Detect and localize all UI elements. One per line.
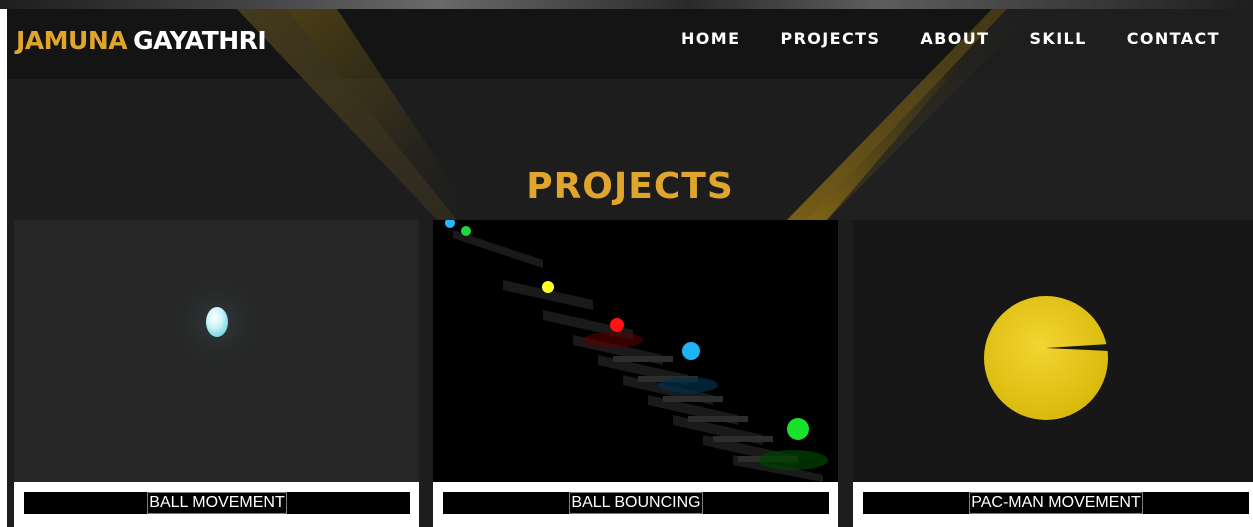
main-nav: HOME PROJECTS ABOUT SKILL CONTACT — [681, 29, 1253, 48]
nav-skill[interactable]: SKILL — [1029, 29, 1086, 48]
project-title[interactable]: BALL MOVEMENT — [147, 492, 287, 514]
nav-about[interactable]: ABOUT — [920, 29, 989, 48]
nav-home[interactable]: HOME — [681, 29, 740, 48]
brand-logo[interactable]: JAMUNA GAYATHRI — [16, 26, 267, 55]
top-strip — [0, 0, 1253, 9]
project-title[interactable]: BALL BOUNCING — [569, 492, 703, 514]
nav-contact[interactable]: CONTACT — [1127, 29, 1220, 48]
project-caption: BALL BOUNCING — [443, 492, 829, 514]
brand-first-name: JAMUNA — [16, 26, 128, 55]
project-card-pac-man-movement[interactable]: PAC-MAN MOVEMENT — [853, 220, 1253, 527]
section-title: PROJECTS — [526, 166, 734, 207]
project-title[interactable]: PAC-MAN MOVEMENT — [969, 492, 1143, 514]
project-card-ball-movement[interactable]: BALL MOVEMENT — [14, 220, 419, 527]
project-caption: BALL MOVEMENT — [24, 492, 410, 514]
project-thumbnail[interactable] — [14, 220, 419, 482]
project-caption: PAC-MAN MOVEMENT — [863, 492, 1249, 514]
brand-last-name: GAYATHRI — [133, 26, 267, 55]
project-thumbnail[interactable] — [853, 220, 1253, 482]
project-card-ball-bouncing[interactable]: BALL BOUNCING — [433, 220, 838, 527]
hero-header: JAMUNA GAYATHRI HOME PROJECTS ABOUT SKILL… — [7, 9, 1253, 527]
nav-projects[interactable]: PROJECTS — [780, 29, 880, 48]
project-thumbnail[interactable] — [433, 220, 838, 482]
